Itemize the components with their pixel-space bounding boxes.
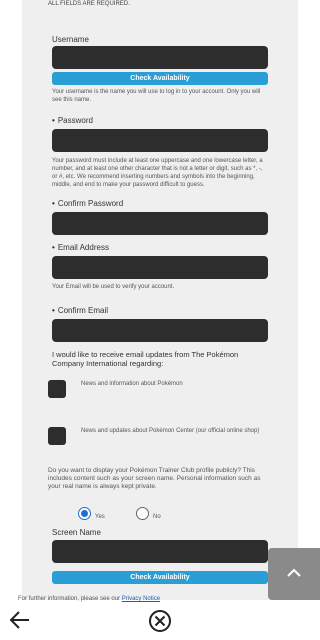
privacy-notice-link[interactable]: Privacy Notice bbox=[122, 596, 160, 602]
password-label: Password bbox=[57, 116, 93, 125]
footer-text: For further information, please see our bbox=[18, 596, 121, 602]
required-bullet: • bbox=[52, 116, 55, 125]
confirm-password-input[interactable] bbox=[52, 212, 268, 235]
required-bullet: • bbox=[52, 199, 55, 208]
updates-pokemon-label: News and information about Pokémon bbox=[81, 381, 183, 387]
screen-name-input[interactable] bbox=[52, 540, 268, 563]
required-bullet: • bbox=[52, 243, 55, 252]
email-help: Your Email will be used to verify your a… bbox=[52, 284, 175, 290]
username-label: Username bbox=[52, 35, 89, 44]
public-profile-no-label: No bbox=[153, 514, 161, 520]
scroll-to-top-button[interactable] bbox=[268, 548, 320, 600]
email-label: Email Address bbox=[57, 243, 109, 252]
username-help: Your username is the name you will use t… bbox=[52, 89, 261, 103]
updates-pokemon-center-label: News and updates about Pokémon Center (o… bbox=[81, 428, 260, 434]
username-input[interactable] bbox=[52, 46, 268, 69]
required-bullet: • bbox=[52, 306, 55, 315]
password-input[interactable] bbox=[52, 129, 268, 152]
public-profile-no-radio[interactable] bbox=[136, 507, 149, 520]
username-check-availability-button[interactable]: Check Availability bbox=[52, 72, 268, 85]
email-label-row: • Email Address bbox=[52, 243, 109, 252]
screen-name-check-availability-button[interactable]: Check Availability bbox=[52, 571, 268, 584]
confirm-password-label-row: • Confirm Password bbox=[52, 199, 123, 208]
confirm-password-label: Confirm Password bbox=[57, 199, 124, 208]
footer-privacy-line: For further information, please see our … bbox=[18, 596, 160, 602]
confirm-email-input[interactable] bbox=[52, 319, 268, 342]
public-profile-question: Do you want to display your Pokémon Trai… bbox=[48, 467, 261, 490]
confirm-email-label: Confirm Email bbox=[57, 306, 109, 315]
required-note: ALL FIELDS ARE REQUIRED. bbox=[48, 1, 130, 7]
close-circle-icon[interactable] bbox=[148, 609, 172, 638]
arrow-left-icon[interactable] bbox=[9, 610, 31, 635]
updates-pokemon-checkbox[interactable] bbox=[48, 380, 66, 398]
public-profile-yes-label: Yes bbox=[95, 514, 105, 520]
password-label-row: • Password bbox=[52, 116, 93, 125]
password-help: Your password must include at least one … bbox=[52, 158, 263, 188]
email-input[interactable] bbox=[52, 256, 268, 279]
email-updates-prompt: I would like to receive email updates fr… bbox=[52, 350, 239, 368]
confirm-email-label-row: • Confirm Email bbox=[52, 306, 108, 315]
updates-pokemon-center-checkbox[interactable] bbox=[48, 427, 66, 445]
screen-name-label: Screen Name bbox=[52, 528, 101, 537]
chevron-up-icon bbox=[286, 565, 302, 583]
bottom-navigation-bar bbox=[0, 604, 320, 640]
public-profile-yes-radio[interactable] bbox=[78, 507, 91, 520]
